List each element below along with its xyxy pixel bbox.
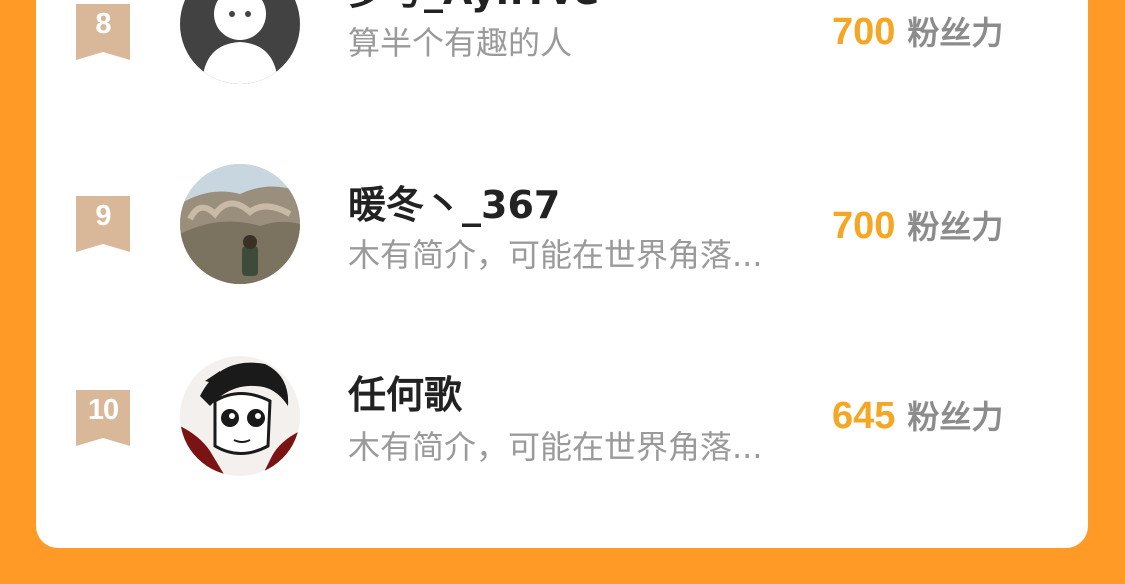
avatar[interactable] xyxy=(180,356,300,476)
list-item[interactable]: 9 暖冬丶_367 木有简介，可能在世界角落... 700 粉丝力 xyxy=(36,164,1088,314)
score-value: 700 xyxy=(832,11,896,53)
landscape-photo-avatar-icon xyxy=(180,164,300,284)
rank-badge: 8 xyxy=(76,4,130,64)
anime-character-avatar-icon xyxy=(180,356,300,476)
default-ghost-avatar-icon xyxy=(180,0,300,84)
score-value: 700 xyxy=(832,205,896,247)
score-value: 645 xyxy=(832,395,896,437)
rank-number: 9 xyxy=(95,200,111,232)
rank-number: 10 xyxy=(87,394,119,426)
rank-badge: 9 xyxy=(76,196,130,256)
rank-number: 8 xyxy=(95,8,111,40)
score-unit: 粉丝力 xyxy=(907,14,1004,52)
user-name[interactable]: 暖冬丶_367 xyxy=(348,174,560,229)
user-name[interactable]: 任何歌 xyxy=(348,364,462,419)
user-bio: 算半个有趣的人 xyxy=(348,24,573,62)
score-unit: 粉丝力 xyxy=(907,398,1004,436)
fan-power-score: 700 粉丝力 xyxy=(832,202,1046,248)
user-bio: 木有简介，可能在世界角落... xyxy=(348,428,763,466)
avatar[interactable] xyxy=(180,0,300,84)
fan-power-score: 645 粉丝力 xyxy=(832,392,1046,438)
leaderboard-page: 8 梦号_AynTve 算半个有趣的人 700 粉丝力 9 xyxy=(0,0,1125,584)
rank-badge: 10 xyxy=(76,390,130,450)
user-bio: 木有简介，可能在世界角落... xyxy=(348,236,763,274)
list-item[interactable]: 10 任何歌 木有简介，可能在世界角落... 645 粉丝力 xyxy=(36,356,1088,506)
avatar[interactable] xyxy=(180,164,300,284)
list-item[interactable]: 8 梦号_AynTve 算半个有趣的人 700 粉丝力 xyxy=(36,0,1088,114)
user-name[interactable]: 梦号_AynTve xyxy=(348,0,599,15)
fan-power-score: 700 粉丝力 xyxy=(832,8,1046,54)
score-unit: 粉丝力 xyxy=(907,208,1004,246)
